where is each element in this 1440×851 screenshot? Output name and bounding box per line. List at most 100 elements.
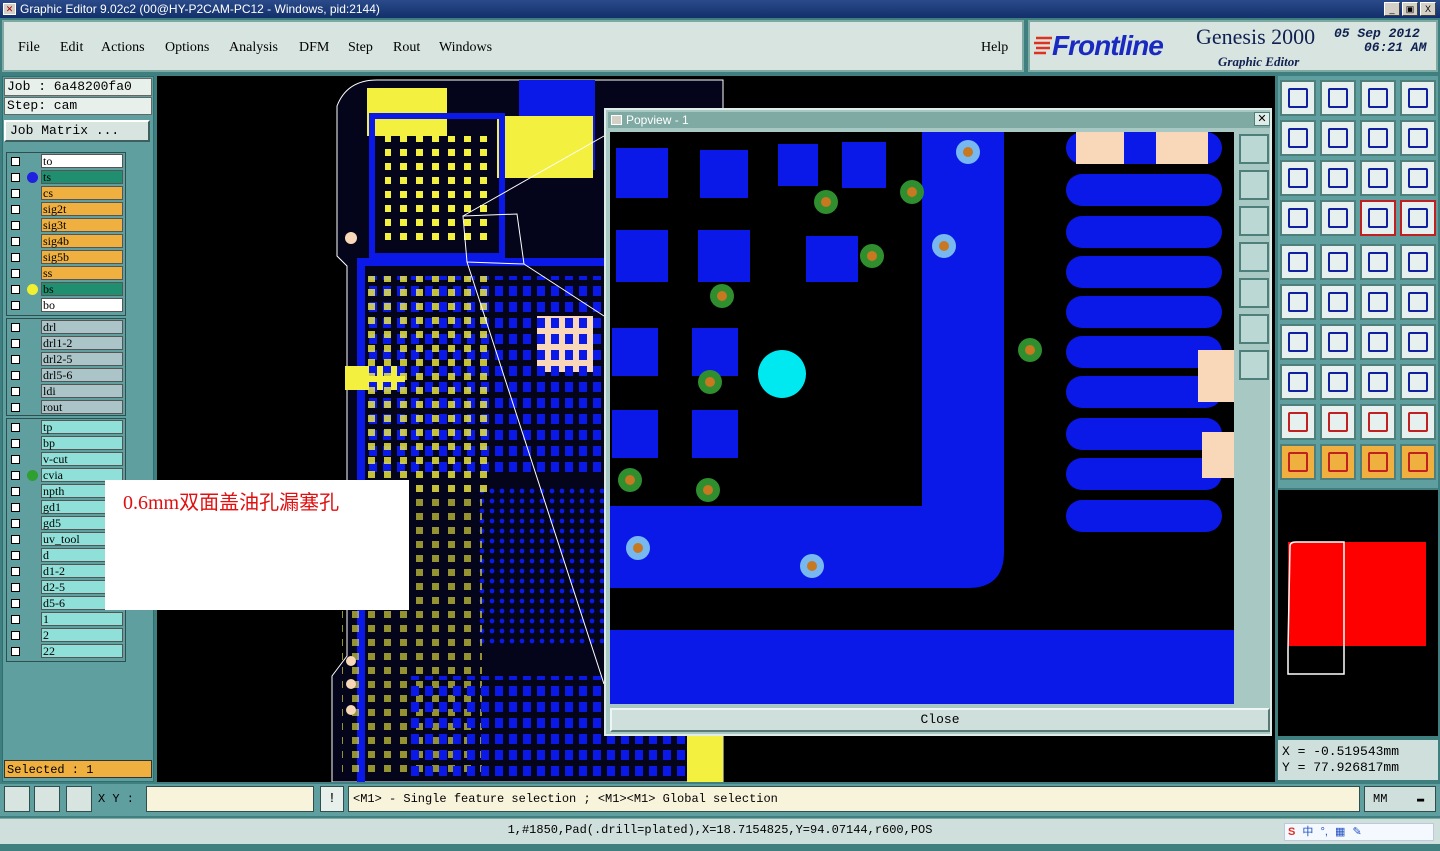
- layer-checkbox[interactable]: [11, 519, 20, 528]
- pan-right-icon[interactable]: [1320, 120, 1356, 156]
- copy-feature-icon[interactable]: [1280, 364, 1316, 400]
- menu-file[interactable]: File: [18, 40, 40, 56]
- popview-tool-right-icon[interactable]: [1239, 278, 1269, 308]
- xy-input[interactable]: [146, 786, 314, 812]
- pointer-a-icon[interactable]: [1280, 444, 1316, 480]
- layer-row-sig5b[interactable]: sig5b: [7, 250, 125, 265]
- layer-name[interactable]: to: [41, 154, 123, 168]
- layer-name[interactable]: drl1-2: [41, 336, 123, 350]
- menu-analysis[interactable]: Analysis: [229, 40, 278, 56]
- popview-canvas[interactable]: [610, 132, 1234, 704]
- layer-name[interactable]: 22: [41, 644, 123, 658]
- layer-checkbox[interactable]: [11, 503, 20, 512]
- layer-row-drl2-5[interactable]: drl2-5: [7, 352, 125, 367]
- layer-name[interactable]: drl: [41, 320, 123, 334]
- layer-checkbox[interactable]: [11, 371, 20, 380]
- ime-punct-icon[interactable]: °,: [1320, 826, 1327, 838]
- layer-row-1[interactable]: 1: [7, 612, 125, 627]
- arc-icon[interactable]: [1360, 324, 1396, 360]
- text-icon[interactable]: [1400, 324, 1436, 360]
- connect-a-icon[interactable]: [1360, 284, 1396, 320]
- menu-dfm[interactable]: DFM: [299, 40, 329, 56]
- layer-row-drl[interactable]: drl: [7, 320, 125, 335]
- layer-row-22[interactable]: 22: [7, 644, 125, 659]
- snap-b-icon[interactable]: [1400, 200, 1436, 236]
- pan-left-icon[interactable]: [1280, 120, 1316, 156]
- triangle-b-icon[interactable]: [1320, 404, 1356, 440]
- pointer-c-icon[interactable]: [1360, 444, 1396, 480]
- fit-icon[interactable]: [1280, 160, 1316, 196]
- layer-checkbox[interactable]: [11, 285, 20, 294]
- layer-row-2[interactable]: 2: [7, 628, 125, 643]
- overview-map[interactable]: [1278, 490, 1438, 736]
- pointer-b-icon[interactable]: [1320, 444, 1356, 480]
- layer-row-ts[interactable]: ts: [7, 170, 125, 185]
- menu-edit[interactable]: Edit: [60, 40, 83, 56]
- layer-name[interactable]: v-cut: [41, 452, 123, 466]
- layer-name[interactable]: ss: [41, 266, 123, 280]
- layer-row-rout[interactable]: rout: [7, 400, 125, 415]
- layer-row-ldi[interactable]: ldi: [7, 384, 125, 399]
- menu-rout[interactable]: Rout: [393, 40, 420, 56]
- pointer-d-icon[interactable]: [1400, 444, 1436, 480]
- zoom-back-icon[interactable]: [1400, 120, 1436, 156]
- layer-row-cs[interactable]: cs: [7, 186, 125, 201]
- ime-settings-icon[interactable]: ✎: [1352, 826, 1361, 838]
- layer-name[interactable]: sig3t: [41, 218, 123, 232]
- layer-row-to[interactable]: to: [7, 154, 125, 169]
- layer-checkbox[interactable]: [11, 631, 20, 640]
- layer-checkbox[interactable]: [11, 535, 20, 544]
- minimize-button[interactable]: _: [1384, 2, 1400, 16]
- triangle-a-icon[interactable]: [1280, 404, 1316, 440]
- home-top-icon[interactable]: [1280, 80, 1316, 116]
- menu-help[interactable]: Help: [981, 40, 1008, 56]
- add-line-icon[interactable]: [1320, 244, 1356, 280]
- layer-row-drl1-2[interactable]: drl1-2: [7, 336, 125, 351]
- layer-checkbox[interactable]: [11, 355, 20, 364]
- layer-checkbox[interactable]: [11, 189, 20, 198]
- layer-checkbox[interactable]: [11, 339, 20, 348]
- grid-toggle-icon[interactable]: [1320, 200, 1356, 236]
- layer-row-bs[interactable]: bs: [7, 282, 125, 297]
- layer-checkbox[interactable]: [11, 323, 20, 332]
- ime-toolbar[interactable]: S 中 °, ▦ ✎: [1284, 823, 1434, 841]
- layer-checkbox[interactable]: [11, 455, 20, 464]
- layer-checkbox[interactable]: [11, 173, 20, 182]
- triangle-c-icon[interactable]: [1360, 404, 1396, 440]
- layer-row-sig4b[interactable]: sig4b: [7, 234, 125, 249]
- zoom-box-icon[interactable]: [1360, 120, 1396, 156]
- move-feature-icon[interactable]: [1320, 364, 1356, 400]
- layer-row-drl5-6[interactable]: drl5-6: [7, 368, 125, 383]
- layer-checkbox[interactable]: [11, 237, 20, 246]
- popview-tool-zoom-in-icon[interactable]: [1239, 314, 1269, 344]
- layer-checkbox[interactable]: [11, 157, 20, 166]
- layer-checkbox[interactable]: [11, 647, 20, 656]
- popview-close-button[interactable]: Close: [610, 708, 1270, 732]
- layer-row-v-cut[interactable]: v-cut: [7, 452, 125, 467]
- move-group-icon[interactable]: [1400, 364, 1436, 400]
- layer-row-bp[interactable]: bp: [7, 436, 125, 451]
- units-select[interactable]: MM ▬: [1364, 786, 1436, 812]
- measure-tool-icon[interactable]: [1280, 200, 1316, 236]
- menu-step[interactable]: Step: [348, 40, 373, 56]
- layer-checkbox[interactable]: [11, 403, 20, 412]
- layer-checkbox[interactable]: [11, 567, 20, 576]
- layer-name[interactable]: sig4b: [41, 234, 123, 248]
- layer-name[interactable]: drl5-6: [41, 368, 123, 382]
- layer-name[interactable]: sig5b: [41, 250, 123, 264]
- layer-row-sig3t[interactable]: sig3t: [7, 218, 125, 233]
- menu-actions[interactable]: Actions: [101, 40, 145, 56]
- layer-row-tp[interactable]: tp: [7, 420, 125, 435]
- layer-row-sig2t[interactable]: sig2t: [7, 202, 125, 217]
- layer-checkbox[interactable]: [11, 471, 20, 480]
- scale-1-2-icon[interactable]: [1360, 160, 1396, 196]
- layer-checkbox[interactable]: [11, 387, 20, 396]
- menu-windows[interactable]: Windows: [439, 40, 492, 56]
- layer-name[interactable]: cs: [41, 186, 123, 200]
- layer-name[interactable]: 2: [41, 628, 123, 642]
- layer-checkbox[interactable]: [11, 253, 20, 262]
- layer-checkbox[interactable]: [11, 269, 20, 278]
- triangle-d-icon[interactable]: [1400, 404, 1436, 440]
- add-pad-icon[interactable]: [1280, 244, 1316, 280]
- layer-row-bo[interactable]: bo: [7, 298, 125, 313]
